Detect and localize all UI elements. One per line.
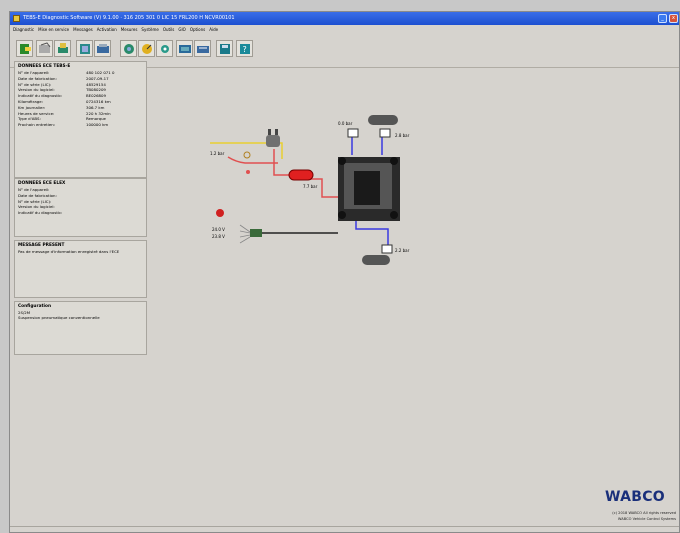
window-title: TEBS-E Diagnostic Software (V) 9.1.00 · … [23,15,235,21]
pressure-supply-label: 1.2 bar [210,151,225,156]
warning-lamp [216,209,224,217]
menu-mise-en-service[interactable]: Mise en service [38,25,69,34]
menu-messages[interactable]: Messages [73,25,93,34]
menu-aide[interactable]: Aide [209,25,218,34]
transfer-icon [197,46,209,53]
sensor-bottom [381,244,393,254]
ecu-write-icon [97,44,109,53]
open-icon [39,42,51,53]
print-button[interactable] [54,40,71,57]
brake-chamber-bottom [362,255,390,265]
sensor-top-left [347,128,359,138]
settings-icon [161,45,169,53]
app-icon [13,15,20,22]
menu-bar: Diagnostic Mise en service Messages Acti… [10,25,679,34]
brake-chamber-top [368,115,398,125]
svg-text:?: ? [243,45,247,54]
configuration-title: Configuration [18,304,52,309]
help-icon: ? [240,44,250,54]
park-release-valve [266,135,280,147]
pressure-reservoir-label: 7.7 bar [303,184,318,189]
ecu-write-button[interactable] [94,40,111,57]
ecu-read-icon [80,44,90,54]
table-row: Prochain entretien: 100000 km [18,122,109,128]
message-text: Pas de message d'information enregistré … [18,249,120,254]
message-title: MESSAGE PRESENT [18,243,65,248]
help-button[interactable]: ? [236,40,253,57]
title-bar: TEBS-E Diagnostic Software (V) 9.1.00 · … [10,12,679,25]
menu-options[interactable]: Options [190,25,205,34]
copyright-text: (c) 2018 WABCO All rights reserved [612,511,676,515]
air-reservoir [288,169,314,181]
coupling-head-supply [246,170,250,174]
ecu-elex-panel: DONNEES ECE ELEX N° de l'appareil: Date … [14,178,147,237]
save-icon [220,44,230,54]
coupling-head-control [243,151,251,159]
supply-line [227,156,278,164]
diagnosis-icon [124,44,134,54]
exit-button[interactable] [16,40,33,57]
voltage-2-label: 23.8 V [212,234,225,239]
ecu-elex-title: DONNEES ECE ELEX [18,181,66,186]
sensor-top-right [379,128,391,138]
measure-button[interactable] [138,40,155,57]
menu-systeme[interactable]: Système [141,25,158,34]
table-row: Indicatif du diagnostic: [18,210,63,216]
wabco-logo: WABCO [605,489,665,505]
system-diagram: 1.2 bar 7.7 bar 0.0 bar 2.8 bar 2.2 bar … [210,115,410,265]
print-icon [58,43,68,53]
voltage-1-label: 24.0 V [212,227,225,232]
brand-subtitle: WABCO Vehicle Control Systems [617,517,676,521]
menu-activation[interactable]: Activation [97,25,117,34]
measure-icon [142,44,152,54]
ecu-data-icon [179,45,191,53]
menu-mesures[interactable]: Mesures [121,25,138,34]
configuration-panel: Configuration 2S/2M Suspension pneumatiq… [14,301,147,355]
pressure-bottom-label: 2.2 bar [395,248,410,253]
transfer-button[interactable] [194,40,211,57]
menu-outils[interactable]: Outils [163,25,175,34]
ecu-tebs-title: DONNEES ECE TEBS-E [18,64,71,69]
open-button[interactable] [36,40,53,57]
iso-7638-connector [250,229,262,237]
menu-gio[interactable]: GIO [178,25,185,34]
settings-button[interactable] [156,40,173,57]
menu-diagnostic[interactable]: Diagnostic [13,25,34,34]
configuration-line-2: Suspension pneumatique conventionnelle [18,315,100,320]
pressure-top-right-label: 2.8 bar [395,133,410,138]
ecu-data-button[interactable] [176,40,193,57]
close-button[interactable]: x [669,14,678,23]
diagnosis-button[interactable] [120,40,137,57]
minimize-button[interactable]: _ [658,14,667,23]
application-window: TEBS-E Diagnostic Software (V) 9.1.00 · … [9,11,680,533]
ecu-read-button[interactable] [76,40,93,57]
save-button[interactable] [216,40,233,57]
pressure-top-left-label: 0.0 bar [338,121,353,126]
message-panel: MESSAGE PRESENT Pas de message d'informa… [14,240,147,298]
exit-icon [20,44,31,54]
status-bar [10,526,679,532]
ecu-tebs-panel: DONNEES ECE TEBS-E N° de l'appareil: 480 … [14,61,147,178]
